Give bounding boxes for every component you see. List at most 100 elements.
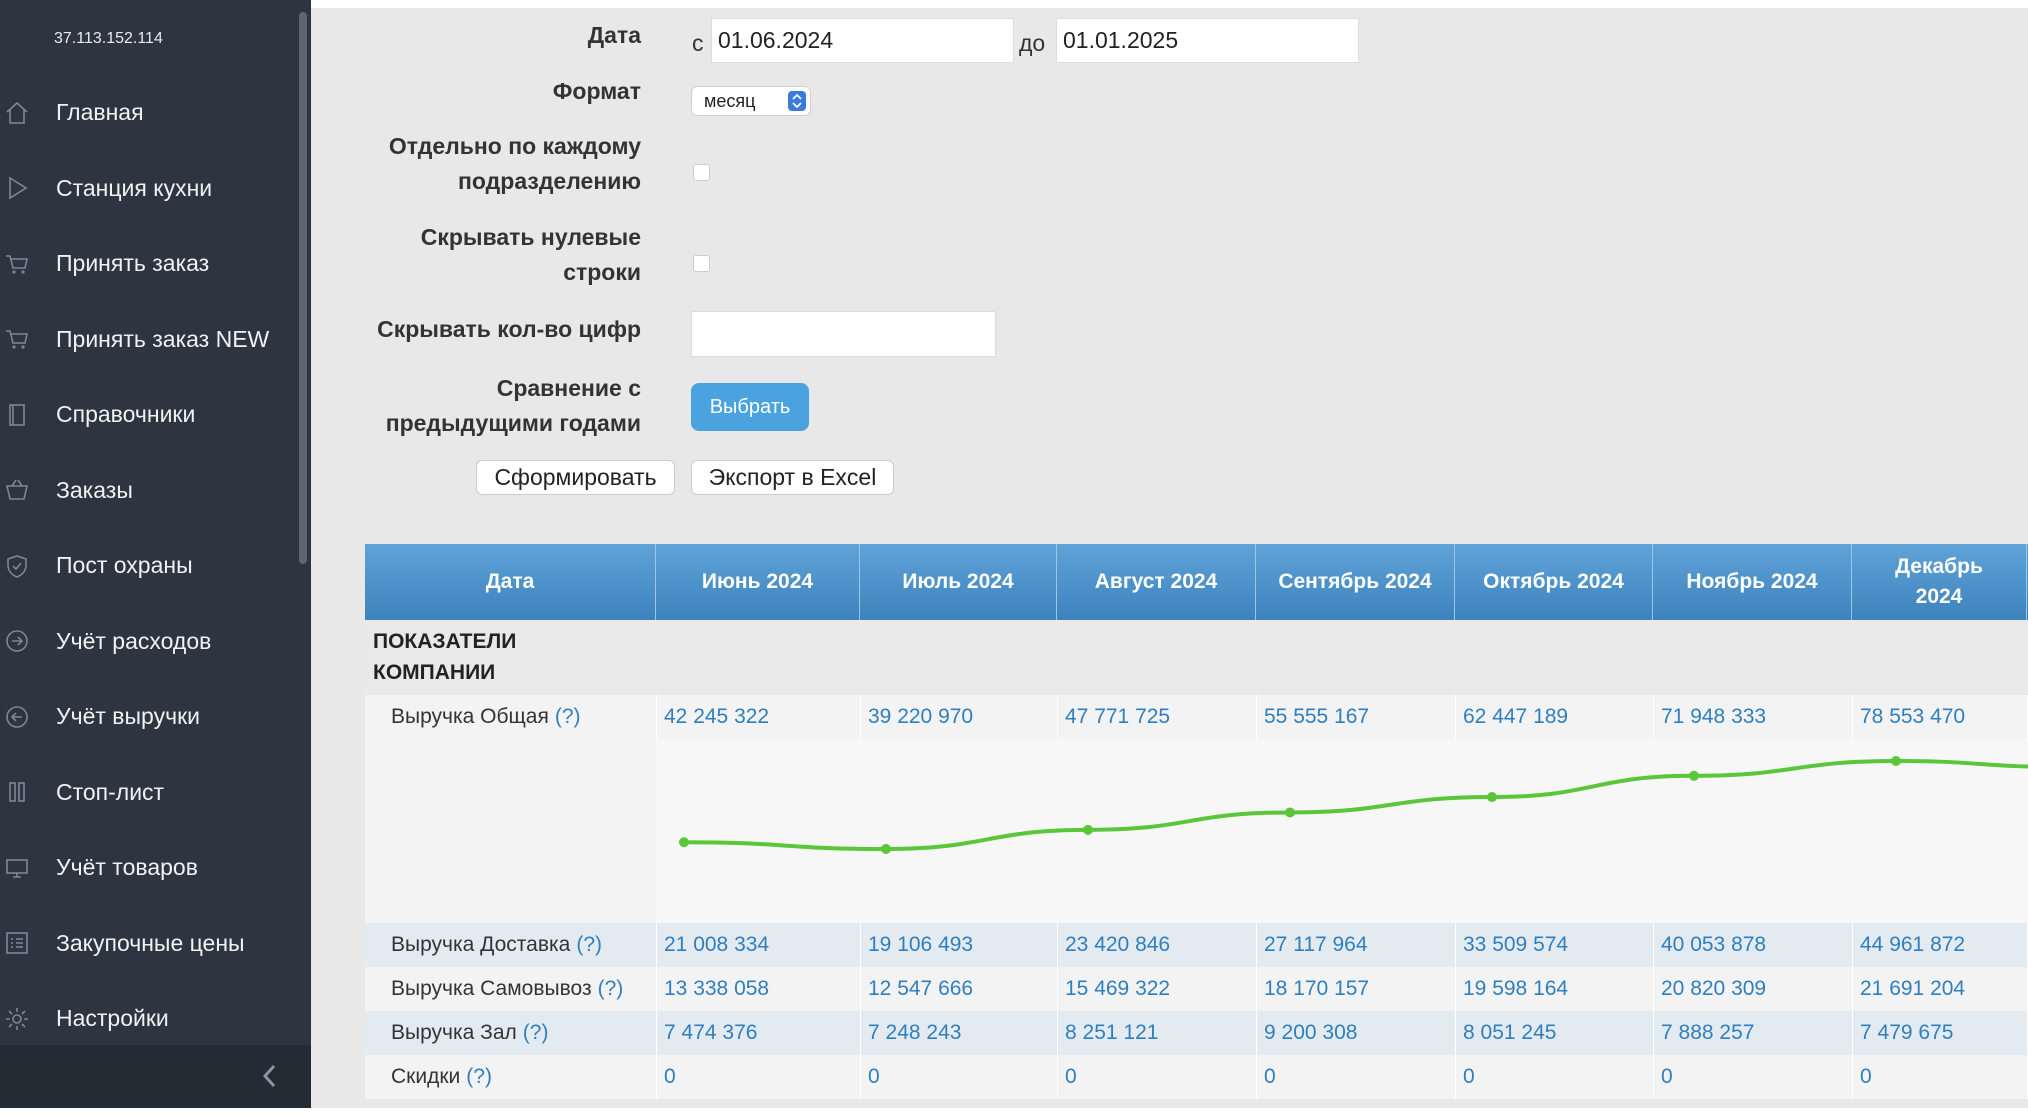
table-cell[interactable]: 42 245 322 <box>656 695 860 739</box>
table-row: Выручка Общая (?) 42 245 322 39 220 970 47 7… <box>365 695 2028 739</box>
sidebar-item-2[interactable]: Станция кухни <box>0 151 295 227</box>
server-ip: 37.113.152.114 <box>54 30 163 47</box>
date-from-input[interactable]: 01.06.2024 <box>711 18 1014 63</box>
table-cell[interactable]: 47 771 725 <box>1057 695 1256 739</box>
format-select-value: месяц <box>704 90 756 111</box>
table-cell[interactable]: 62 447 189 <box>1455 695 1653 739</box>
row-label: Выручка Общая (?) <box>391 695 581 739</box>
cart-icon <box>4 251 30 277</box>
sidebar-item-10[interactable]: Стоп-лист <box>0 755 295 831</box>
table-cell[interactable]: 0 <box>1256 1055 1455 1099</box>
sidebar-item-6[interactable]: Заказы <box>0 453 295 529</box>
sidebar-item-1[interactable]: Главная <box>0 75 295 151</box>
header-month-1: Июнь 2024 <box>656 544 860 620</box>
table-cell[interactable]: 71 948 333 <box>1653 695 1852 739</box>
table-cell[interactable]: 9 200 308 <box>1256 1011 1455 1055</box>
row-label-text: Выручка Самовывоз <box>391 977 592 1000</box>
hide-zero-label: Скрывать нулевые строки <box>421 220 641 290</box>
table-cell[interactable]: 13 338 058 <box>656 967 860 1011</box>
format-label: Формат <box>552 78 641 104</box>
revenue-line-chart <box>679 756 2028 854</box>
sidebar-item-12[interactable]: Закупочные цены <box>0 906 295 982</box>
book-icon <box>4 402 30 428</box>
sidebar-item-5[interactable]: Справочники <box>0 377 295 453</box>
date-to-input[interactable]: 01.01.2025 <box>1056 18 1359 63</box>
table-cell[interactable]: 33 509 574 <box>1455 923 1653 967</box>
table-cell[interactable]: 0 <box>1653 1055 1852 1099</box>
table-cell[interactable]: 44 961 872 <box>1852 923 2027 967</box>
table-cell[interactable]: 55 555 167 <box>1256 695 1455 739</box>
gear-icon <box>4 1006 30 1032</box>
table-cell[interactable]: 7 479 675 <box>1852 1011 2027 1055</box>
table-cell[interactable]: 21 691 204 <box>1852 967 2027 1011</box>
data-point-6[interactable] <box>1689 770 1699 781</box>
table-cell[interactable]: 0 <box>1852 1055 2027 1099</box>
table-cell[interactable]: 27 117 964 <box>1256 923 1455 967</box>
sidebar-item-8[interactable]: Учёт расходов <box>0 604 295 680</box>
header-month-4: Сентябрь 2024 <box>1256 544 1455 620</box>
row-label-text: Выручка Доставка <box>391 933 571 956</box>
table-cell[interactable]: 20 820 309 <box>1653 967 1852 1011</box>
format-select[interactable]: месяц <box>691 86 811 116</box>
section-title-line2: КОМПАНИИ <box>373 661 496 684</box>
table-cell[interactable]: 78 553 470 <box>1852 695 2027 739</box>
data-point-7[interactable] <box>1891 756 1901 766</box>
table-cell[interactable]: 19 598 164 <box>1455 967 1653 1011</box>
per-division-checkbox[interactable] <box>693 164 710 181</box>
hide-zero-label-line1: Скрывать нулевые <box>420 224 641 250</box>
data-point-5[interactable] <box>1487 792 1497 803</box>
data-point-4[interactable] <box>1285 807 1295 818</box>
row-label-text: Выручка Общая <box>391 705 549 728</box>
table-row: Выручка Зал (?) 7 474 376 7 248 243 8 251 12… <box>365 1011 2028 1055</box>
table-cell[interactable]: 0 <box>656 1055 860 1099</box>
header-month-2: Июль 2024 <box>860 544 1057 620</box>
table-cell[interactable]: 8 051 245 <box>1455 1011 1653 1055</box>
help-link[interactable]: (?) <box>598 977 624 1001</box>
sidebar-scrollbar[interactable] <box>299 12 307 564</box>
table-cell[interactable]: 0 <box>860 1055 1057 1099</box>
table-cell[interactable]: 23 420 846 <box>1057 923 1256 967</box>
hide-zero-label-line2: строки <box>563 259 641 285</box>
table-row: Выручка Доставка (?) 21 008 334 19 106 493 2… <box>365 923 2028 967</box>
data-point-2[interactable] <box>881 844 891 854</box>
table-cell[interactable]: 0 <box>1057 1055 1256 1099</box>
choose-years-button[interactable]: Выбрать <box>691 383 809 431</box>
per-division-label-line1: Отдельно по каждому <box>388 133 641 159</box>
help-link[interactable]: (?) <box>523 1021 549 1045</box>
sidebar-item-7[interactable]: Пост охраны <box>0 528 295 604</box>
table-cell[interactable]: 7 474 376 <box>656 1011 860 1055</box>
export-excel-button[interactable]: Экспорт в Excel <box>691 460 894 495</box>
sidebar-item-label: Учёт расходов <box>56 627 212 654</box>
header-date: Дата <box>365 544 656 620</box>
table-cell[interactable]: 39 220 970 <box>860 695 1057 739</box>
sidebar-item-11[interactable]: Учёт товаров <box>0 830 295 906</box>
hide-digits-label: Скрывать кол-во цифр <box>377 316 641 342</box>
sidebar-item-label: Пост охраны <box>56 552 193 579</box>
hide-digits-input[interactable] <box>691 311 996 357</box>
help-link[interactable]: (?) <box>555 705 581 729</box>
data-point-3[interactable] <box>1083 824 1093 835</box>
table-cell[interactable]: 12 547 666 <box>860 967 1057 1011</box>
hide-zero-checkbox[interactable] <box>693 255 710 272</box>
help-link[interactable]: (?) <box>576 933 602 957</box>
table-cell[interactable]: 21 008 334 <box>656 923 860 967</box>
table-cell[interactable]: 15 469 322 <box>1057 967 1256 1011</box>
table-cell[interactable]: 18 170 157 <box>1256 967 1455 1011</box>
table-cell[interactable]: 0 <box>1455 1055 1653 1099</box>
table-cell[interactable]: 7 248 243 <box>860 1011 1057 1055</box>
date-label: Дата <box>587 22 641 48</box>
chevron-left-icon[interactable] <box>260 1061 280 1091</box>
table-cell[interactable]: 19 106 493 <box>860 923 1057 967</box>
sidebar-collapse-bar[interactable] <box>0 1045 311 1108</box>
monitor-icon <box>4 855 30 881</box>
arrow-circle-right-icon <box>4 628 30 654</box>
table-cell[interactable]: 8 251 121 <box>1057 1011 1256 1055</box>
sidebar-item-9[interactable]: Учёт выручки <box>0 679 295 755</box>
data-point-1[interactable] <box>679 837 689 848</box>
help-link[interactable]: (?) <box>466 1065 492 1089</box>
sidebar-item-3[interactable]: Принять заказ <box>0 226 295 302</box>
table-cell[interactable]: 40 053 878 <box>1653 923 1852 967</box>
table-cell[interactable]: 7 888 257 <box>1653 1011 1852 1055</box>
build-report-button[interactable]: Сформировать <box>476 460 675 495</box>
sidebar-item-4[interactable]: Принять заказ NEW <box>0 302 295 378</box>
